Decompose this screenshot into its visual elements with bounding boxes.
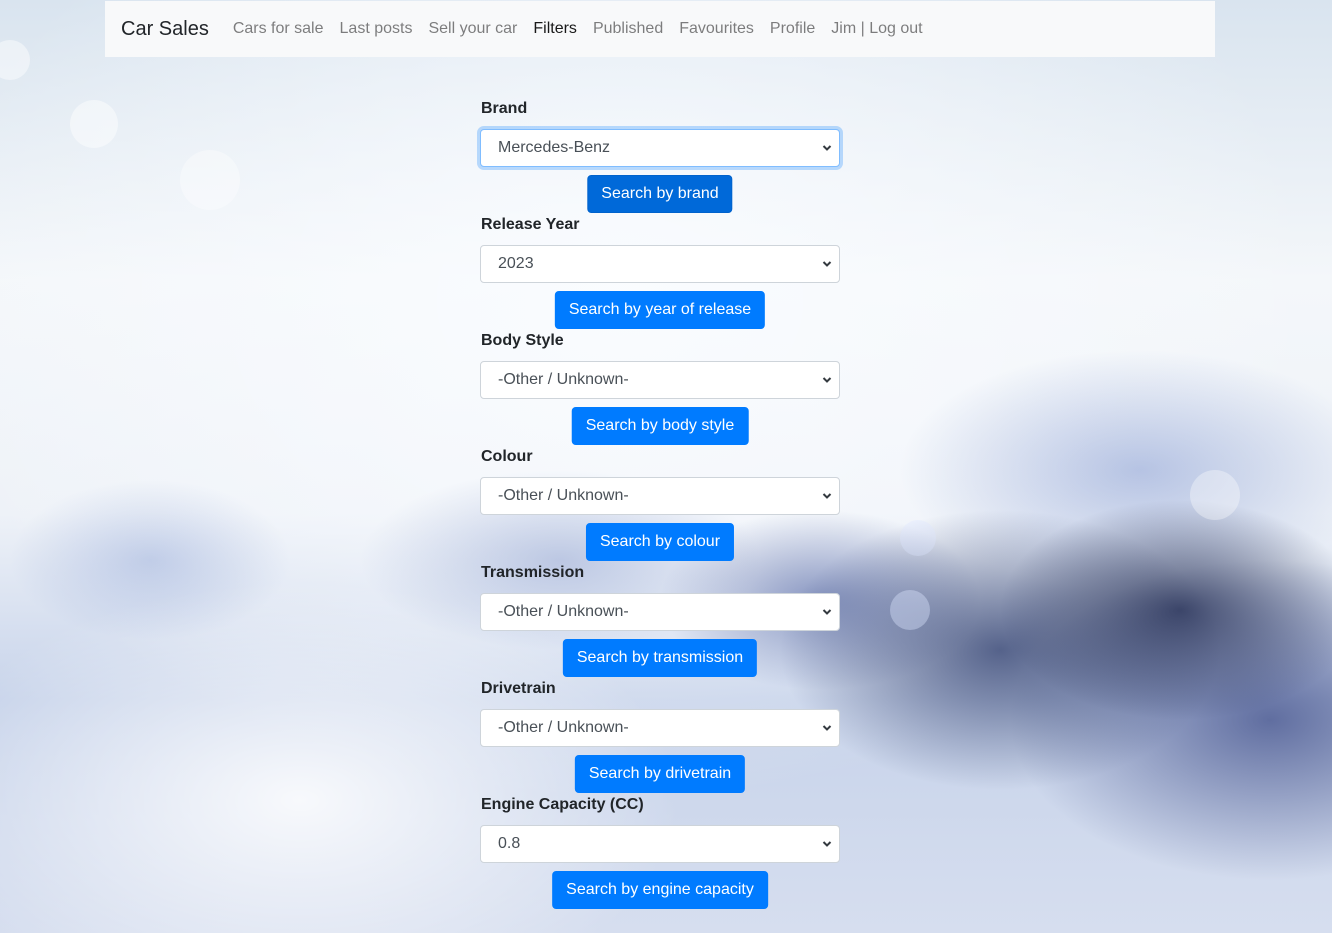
filters-form: Brand Mercedes-Benz Search by brand Rele… — [480, 98, 840, 910]
filter-drivetrain-label: Drivetrain — [481, 680, 556, 697]
search-by-body-style-button[interactable]: Search by body style — [571, 407, 749, 445]
colour-select-value: -Other / Unknown- — [498, 487, 629, 504]
filter-body-style: Body Style -Other / Unknown- Search by b… — [480, 330, 840, 446]
top-navbar: Car Sales Cars for sale Last posts Sell … — [105, 1, 1215, 57]
release-year-select-value: 2023 — [498, 255, 534, 272]
chevron-down-icon — [822, 493, 832, 499]
nav-favourites[interactable]: Favourites — [679, 20, 754, 38]
engine-capacity-select-value: 0.8 — [498, 835, 521, 852]
filter-colour: Colour -Other / Unknown- Search by colou… — [480, 446, 840, 562]
brand-link[interactable]: Car Sales — [121, 18, 209, 41]
nav-last-posts[interactable]: Last posts — [340, 20, 413, 38]
filter-transmission: Transmission -Other / Unknown- Search by… — [480, 562, 840, 678]
filter-colour-label: Colour — [481, 448, 533, 465]
background-bokeh — [900, 520, 936, 556]
filter-brand: Brand Mercedes-Benz Search by brand — [480, 98, 840, 214]
nav-sell-your-car[interactable]: Sell your car — [428, 20, 517, 38]
nav-profile[interactable]: Profile — [770, 20, 815, 38]
filter-engine-capacity: Engine Capacity (CC) 0.8 Search by engin… — [480, 794, 840, 910]
nav-published[interactable]: Published — [593, 20, 663, 38]
transmission-select[interactable]: -Other / Unknown- — [480, 593, 840, 631]
filter-body-style-label: Body Style — [481, 332, 564, 349]
search-by-year-button[interactable]: Search by year of release — [554, 291, 766, 329]
transmission-select-value: -Other / Unknown- — [498, 603, 629, 620]
filter-brand-label: Brand — [481, 100, 528, 117]
filter-release-year-label: Release Year — [481, 216, 580, 233]
chevron-down-icon — [822, 841, 832, 847]
chevron-down-icon — [822, 261, 832, 267]
body-style-select-value: -Other / Unknown- — [498, 371, 629, 388]
colour-select[interactable]: -Other / Unknown- — [480, 477, 840, 515]
chevron-down-icon — [822, 377, 832, 383]
filter-transmission-label: Transmission — [481, 564, 585, 581]
background-bokeh — [0, 40, 30, 80]
brand-select[interactable]: Mercedes-Benz — [480, 129, 840, 167]
background-bokeh — [70, 100, 118, 148]
chevron-down-icon — [822, 609, 832, 615]
nav-filters[interactable]: Filters — [533, 20, 577, 38]
engine-capacity-select[interactable]: 0.8 — [480, 825, 840, 863]
nav-logout[interactable]: Jim | Log out — [831, 20, 922, 38]
brand-select-value: Mercedes-Benz — [498, 139, 611, 156]
drivetrain-select-value: -Other / Unknown- — [498, 719, 629, 736]
search-by-colour-button[interactable]: Search by colour — [585, 523, 735, 561]
nav-cars-for-sale[interactable]: Cars for sale — [233, 20, 324, 38]
search-by-drivetrain-button[interactable]: Search by drivetrain — [574, 755, 746, 793]
search-by-transmission-button[interactable]: Search by transmission — [562, 639, 758, 677]
search-by-engine-capacity-button[interactable]: Search by engine capacity — [552, 871, 768, 909]
drivetrain-select[interactable]: -Other / Unknown- — [480, 709, 840, 747]
background-bokeh — [1190, 470, 1240, 520]
filter-engine-capacity-label: Engine Capacity (CC) — [481, 796, 644, 813]
background-bokeh — [180, 150, 240, 210]
filter-release-year: Release Year 2023 Search by year of rele… — [480, 214, 840, 330]
release-year-select[interactable]: 2023 — [480, 245, 840, 283]
background-bokeh — [890, 590, 930, 630]
chevron-down-icon — [822, 145, 832, 151]
search-by-brand-button[interactable]: Search by brand — [587, 175, 733, 213]
chevron-down-icon — [822, 725, 832, 731]
filter-drivetrain: Drivetrain -Other / Unknown- Search by d… — [480, 678, 840, 794]
body-style-select[interactable]: -Other / Unknown- — [480, 361, 840, 399]
